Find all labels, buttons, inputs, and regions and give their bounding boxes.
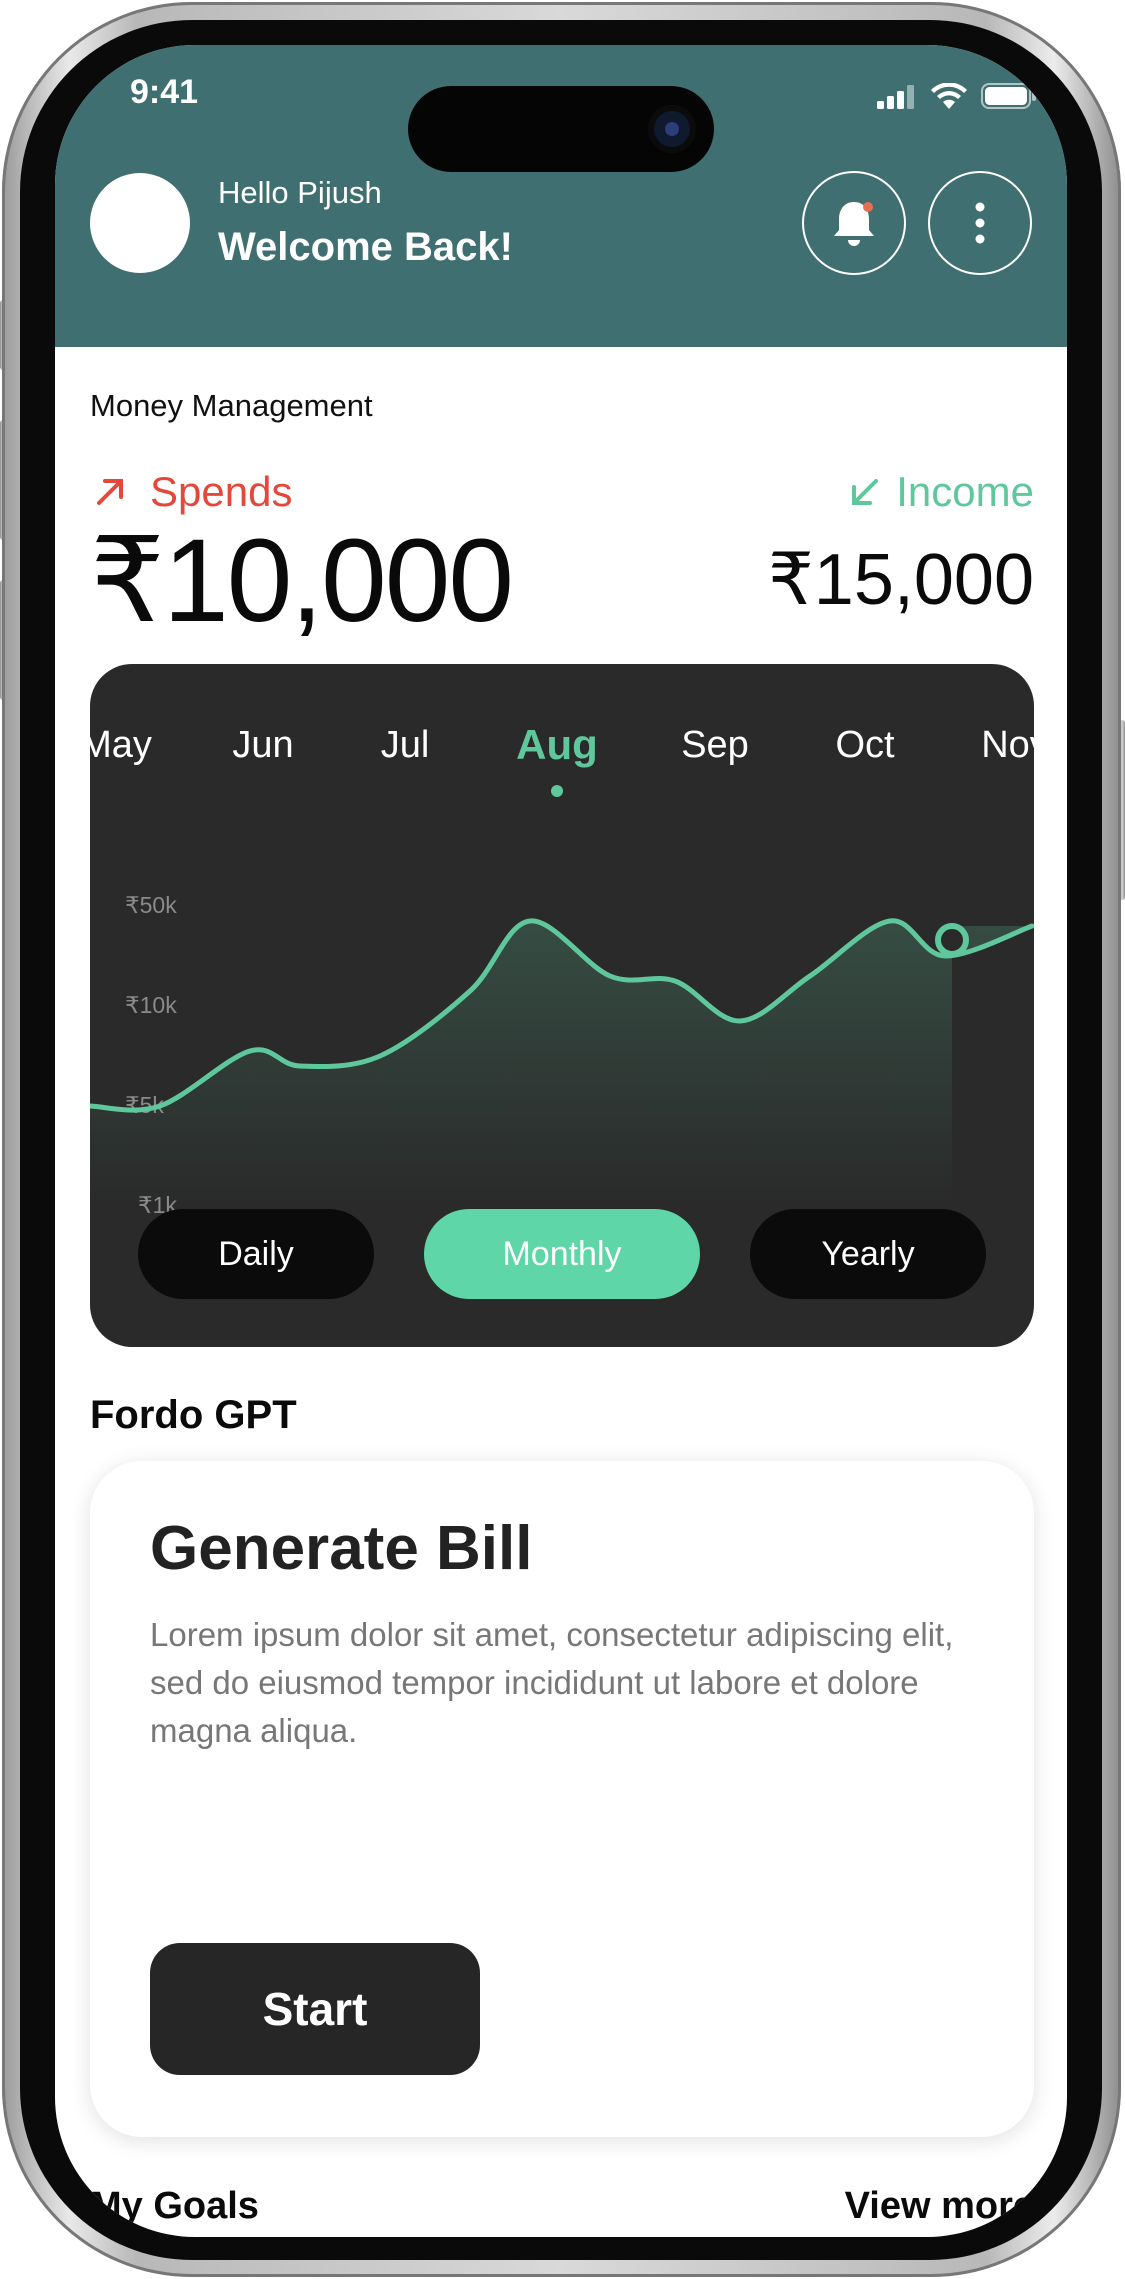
avatar[interactable] (90, 173, 190, 273)
generate-bill-title: Generate Bill (150, 1514, 533, 1583)
arrow-up-right-icon (97, 479, 123, 505)
battery-icon (981, 83, 1036, 109)
generate-bill-card: Generate Bill Lorem ipsum dolor sit amet… (90, 1461, 1034, 2137)
welcome-text: Welcome Back! (218, 225, 513, 269)
my-goals-title: My Goals (90, 2185, 259, 2227)
arrow-down-left-icon (852, 479, 878, 505)
chart-end-marker (935, 923, 969, 957)
more-vertical-icon (975, 202, 985, 244)
notification-button[interactable] (802, 171, 906, 275)
notification-dot-icon (863, 202, 873, 212)
generate-bill-description: Lorem ipsum dolor sit amet, consectetur … (150, 1616, 954, 1749)
income-label: Income (896, 468, 1034, 515)
money-management-title: Money Management (90, 388, 373, 423)
period-daily-button[interactable]: Daily (138, 1209, 374, 1299)
header: 9:41 Hello Pijush Welcome Back! (55, 45, 1067, 347)
camera-icon (648, 105, 696, 153)
start-button[interactable]: Start (150, 1943, 480, 2075)
dynamic-island (408, 86, 714, 172)
app-screen: 9:41 Hello Pijush Welcome Back! Money Ma… (55, 45, 1067, 2237)
bell-icon (834, 202, 874, 246)
status-icons (877, 83, 1037, 109)
signal-icon (877, 85, 914, 109)
period-yearly-button[interactable]: Yearly (750, 1209, 986, 1299)
status-time: 9:41 (130, 73, 199, 111)
more-options-button[interactable] (928, 171, 1032, 275)
phone-frame: 9:41 Hello Pijush Welcome Back! Money Ma… (0, 0, 1125, 2279)
spending-chart-card: MayJunJulAugSepOctNov ₹50k₹10k₹5k₹1k Dai… (90, 664, 1034, 1347)
greeting-text: Hello Pijush (218, 175, 382, 210)
spends-label: Spends (150, 468, 293, 515)
fordo-gpt-title: Fordo GPT (90, 1393, 297, 1437)
income-amount: ₹15,000 (767, 540, 1034, 620)
view-more-link[interactable]: View more (845, 2185, 1034, 2228)
spends-amount: ₹10,000 (90, 515, 514, 647)
period-monthly-button[interactable]: Monthly (424, 1209, 700, 1299)
wifi-icon (931, 83, 967, 109)
